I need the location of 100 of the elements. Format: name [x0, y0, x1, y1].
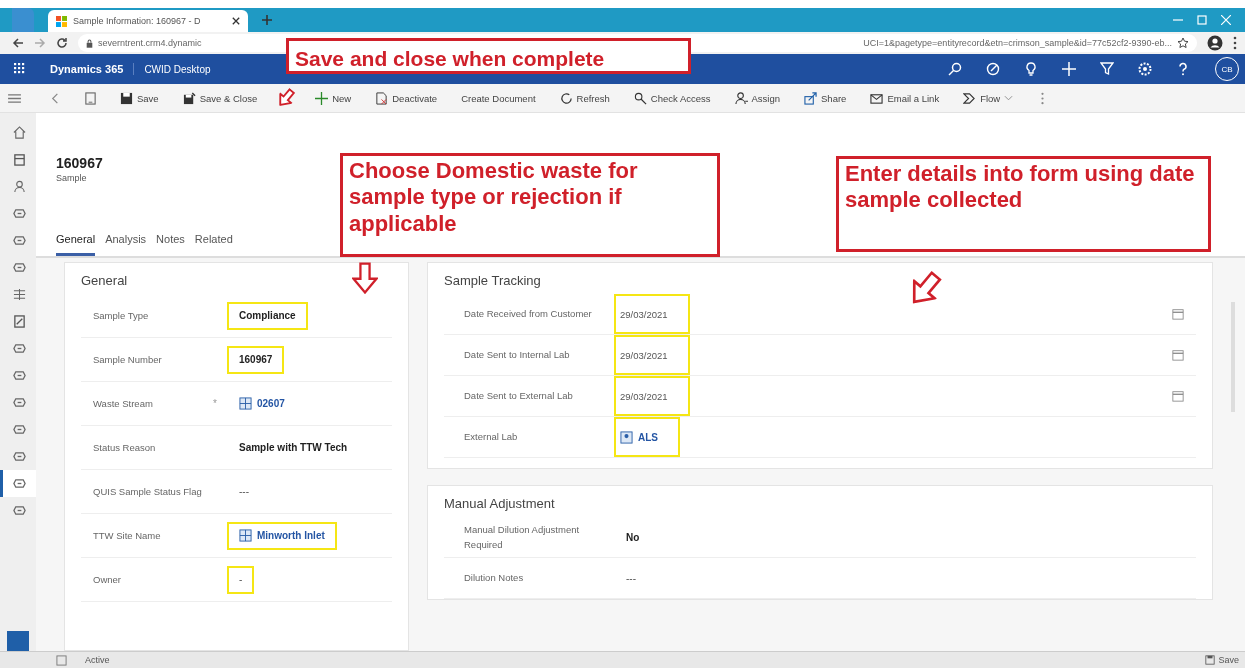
home-icon[interactable]: [13, 126, 26, 139]
date-field[interactable]: 29/03/2021: [614, 335, 690, 375]
section-title: Manual Adjustment: [444, 496, 556, 511]
command-button[interactable]: Check Access: [626, 88, 718, 108]
floppy-icon: [1205, 655, 1216, 665]
form-tab[interactable]: General: [56, 233, 96, 256]
magnifier-icon: [633, 91, 647, 105]
tab-title: Sample Information: 160967 - D: [73, 16, 202, 26]
email-icon: [870, 91, 884, 105]
field-label: Manual Dilution Adjustment Required: [464, 522, 581, 552]
field-label: Sample Number: [93, 352, 163, 367]
more-icon[interactable]: [1233, 36, 1237, 50]
save-button[interactable]: Save: [1205, 655, 1239, 665]
command-button[interactable]: Refresh: [552, 88, 617, 108]
chevron-down-icon: [1004, 95, 1014, 101]
floppy-icon: [182, 91, 196, 105]
form-icon[interactable]: [84, 91, 97, 105]
field-label: Waste Stream: [93, 396, 154, 411]
command-button[interactable]: New: [308, 88, 359, 108]
command-button[interactable]: Save & Close: [175, 88, 265, 108]
new-tab-icon[interactable]: [262, 15, 272, 25]
field-value[interactable]: ALS: [614, 417, 680, 457]
url-text: UCI=1&pagetype=entityrecord&etn=crimson_sample&id=77c52cf2-9390-eb...: [863, 38, 1172, 48]
star-icon[interactable]: [1177, 37, 1189, 49]
form-tab[interactable]: Analysis: [105, 233, 147, 256]
maximize-icon[interactable]: [1197, 15, 1207, 25]
form-tab[interactable]: Related: [194, 233, 233, 256]
menu-icon[interactable]: [8, 92, 21, 104]
annotation-callout: Save and close when complete: [286, 38, 691, 74]
account-icon: [620, 430, 633, 444]
notes-icon[interactable]: [13, 315, 26, 328]
command-button[interactable]: Flow: [956, 88, 1021, 108]
field-label: Owner: [93, 572, 122, 587]
field-label: Sample Type: [93, 308, 150, 323]
app-name[interactable]: Dynamics 365: [50, 63, 135, 75]
annotation-callout: Choose Domestic waste for sample type or rejection if applicable: [340, 153, 720, 257]
reload-icon[interactable]: [56, 37, 68, 49]
floppy-icon: [120, 91, 133, 105]
person-icon[interactable]: [13, 180, 26, 193]
settings-icon[interactable]: [1138, 62, 1152, 76]
field-label: TTW Site Name: [93, 528, 162, 543]
record-title: 160967: [56, 155, 103, 171]
command-button[interactable]: Save: [113, 88, 166, 108]
command-button[interactable]: Create Document: [454, 89, 543, 107]
field-label: QUIS Sample Status Flag: [93, 484, 203, 499]
lightbulb-icon[interactable]: [1024, 62, 1038, 76]
form-tab[interactable]: Notes: [156, 233, 185, 256]
field-value[interactable]: ---: [227, 477, 261, 506]
help-icon[interactable]: [1176, 62, 1190, 76]
command-button[interactable]: Assign: [727, 88, 788, 108]
app-launcher-icon[interactable]: [14, 63, 26, 75]
field-value[interactable]: ---: [614, 564, 648, 592]
record-entity-label: Sample: [56, 173, 87, 183]
field-label: Status Reason: [93, 440, 157, 455]
field-value[interactable]: 160967: [227, 345, 285, 374]
refresh-icon: [559, 91, 573, 105]
section-title: General: [81, 273, 129, 288]
lookup-icon: [239, 529, 252, 542]
date-field[interactable]: 29/03/2021: [614, 376, 690, 416]
close-icon[interactable]: [232, 17, 240, 25]
calendar-icon[interactable]: [1172, 390, 1184, 402]
field-value[interactable]: Sample with TTW Tech: [227, 433, 360, 462]
browser-tab[interactable]: Sample Information: 160967 - D: [48, 10, 248, 32]
share-icon: [804, 91, 818, 105]
lock-icon: [86, 38, 93, 48]
record-status: Active: [85, 655, 110, 665]
back-arrow-icon[interactable]: [12, 37, 24, 49]
field-value[interactable]: No: [614, 523, 652, 551]
field-value[interactable]: Minworth Inlet: [227, 521, 337, 550]
field-label: Date Received from Customer: [464, 307, 593, 322]
plus-icon[interactable]: [1062, 62, 1076, 76]
field-label: External Lab: [464, 430, 519, 445]
calendar-icon[interactable]: [1172, 308, 1184, 320]
section-title: Sample Tracking: [444, 273, 542, 288]
field-value[interactable]: Compliance: [227, 301, 308, 330]
flow-icon: [963, 91, 977, 105]
clipboard-icon[interactable]: [13, 153, 26, 166]
field-value[interactable]: -: [227, 565, 255, 594]
document-icon: [375, 91, 389, 105]
field-value[interactable]: 02607: [227, 389, 297, 418]
field-label: Date Sent to External Lab: [464, 389, 574, 404]
plus-icon: [315, 91, 329, 105]
person-icon: [734, 91, 748, 105]
required-mark: *: [213, 398, 217, 409]
search-icon[interactable]: [948, 62, 962, 76]
account-icon[interactable]: [1207, 35, 1223, 51]
annotation-callout: Enter details into form using date sample collected: [836, 156, 1211, 252]
field-label: Dilution Notes: [464, 571, 525, 586]
url-text: severntrent.crm4.dynamic: [98, 38, 202, 48]
field-label: Date Sent to Internal Lab: [464, 348, 571, 363]
date-field[interactable]: 29/03/2021: [614, 294, 690, 334]
list-icon[interactable]: [13, 288, 26, 301]
lookup-icon: [239, 397, 252, 410]
command-button[interactable]: Share: [797, 88, 854, 108]
app-logo-icon: [56, 15, 67, 27]
command-button[interactable]: Email a Link: [863, 88, 947, 108]
calendar-icon[interactable]: [1172, 349, 1184, 361]
filter-icon[interactable]: [1100, 62, 1114, 76]
app-area-name[interactable]: CWID Desktop: [144, 63, 211, 75]
command-button[interactable]: Deactivate: [368, 88, 445, 108]
